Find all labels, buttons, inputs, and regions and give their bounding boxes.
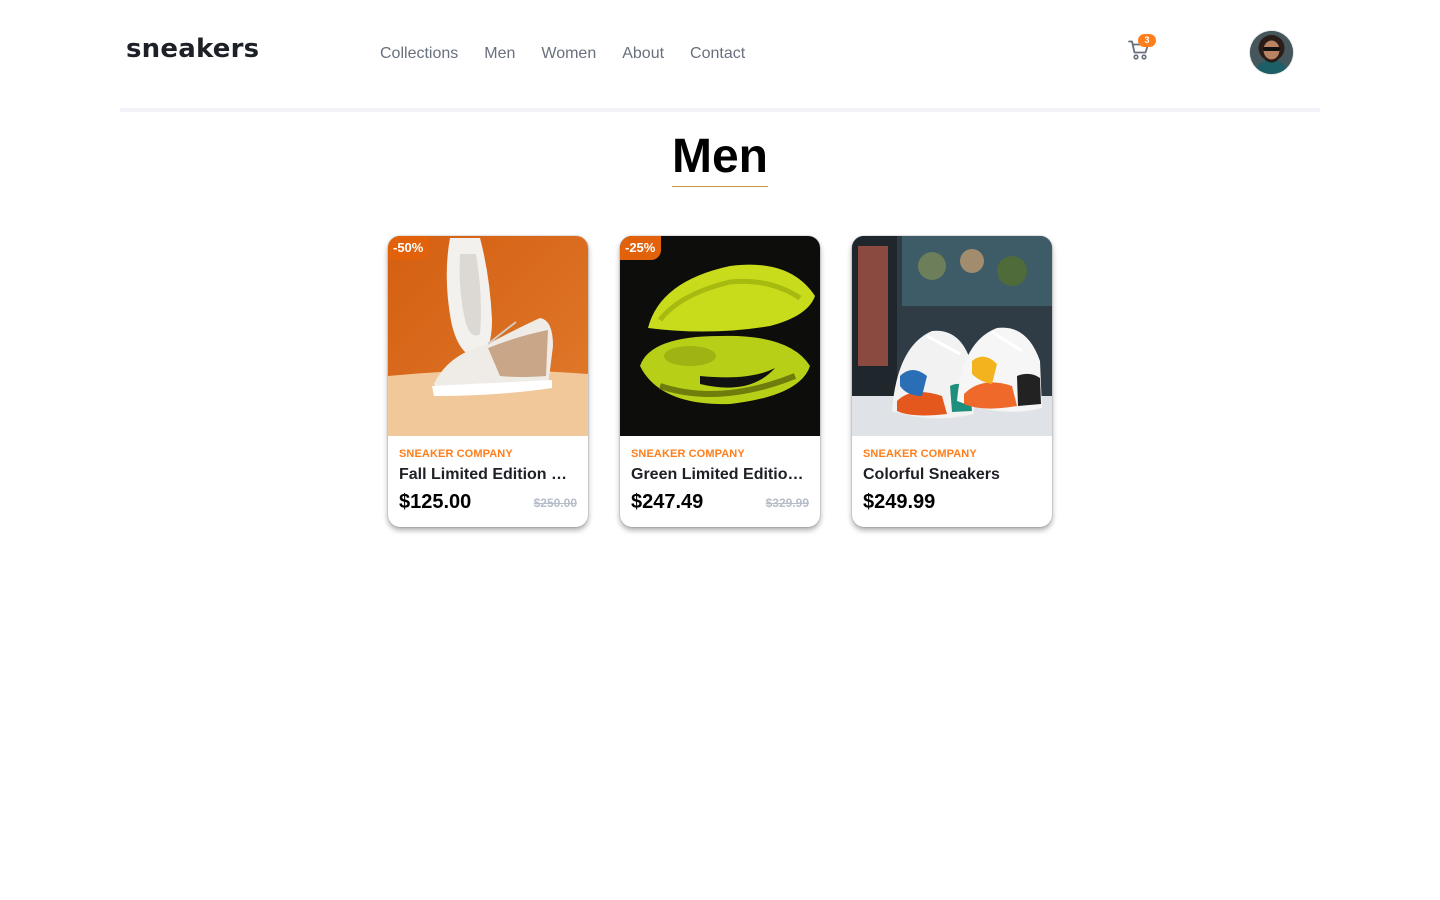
price-row: $247.49 $329.99 xyxy=(631,491,809,514)
product-grid: -50% SNEAKER COMPANY Fall Limited Editio… xyxy=(388,236,1052,527)
discount-badge: -50% xyxy=(388,236,430,260)
product-price: $125.00 xyxy=(399,491,472,513)
product-price: $249.99 xyxy=(863,491,936,513)
price-row: $249.99 xyxy=(863,491,1041,514)
product-image[interactable] xyxy=(852,236,1052,436)
product-info: SNEAKER COMPANY Colorful Sneakers $249.9… xyxy=(852,436,1052,514)
page-title: Men xyxy=(672,130,768,187)
product-card[interactable]: SNEAKER COMPANY Colorful Sneakers $249.9… xyxy=(852,236,1052,527)
price-row: $125.00 $250.00 xyxy=(399,491,577,514)
product-brand: SNEAKER COMPANY xyxy=(399,448,513,460)
site-header: sneakers Collections Men Women About Con… xyxy=(120,0,1320,112)
nav-link-collections[interactable]: Collections xyxy=(380,44,458,64)
product-name[interactable]: Fall Limited Edition Sneakers xyxy=(399,465,577,485)
page-title-wrapper: Men xyxy=(0,130,1440,187)
logo[interactable]: sneakers xyxy=(126,34,259,64)
product-image[interactable]: -25% xyxy=(620,236,820,436)
product-name[interactable]: Green Limited Edition Sneakers xyxy=(631,465,809,485)
product-name[interactable]: Colorful Sneakers xyxy=(863,465,1041,485)
product-info: SNEAKER COMPANY Green Limited Edition Sn… xyxy=(620,436,820,514)
cart-button[interactable]: 3 xyxy=(1128,34,1156,64)
main-nav: Collections Men Women About Contact xyxy=(380,44,745,64)
cart-count-badge: 3 xyxy=(1138,34,1156,47)
product-image[interactable]: -50% xyxy=(388,236,588,436)
product-card[interactable]: -25% SNEAKER COMPANY Green Limited Editi… xyxy=(620,236,820,527)
nav-link-women[interactable]: Women xyxy=(541,44,596,64)
user-avatar[interactable] xyxy=(1250,31,1293,74)
nav-link-contact[interactable]: Contact xyxy=(690,44,745,64)
discount-badge: -25% xyxy=(620,236,662,260)
product-brand: SNEAKER COMPANY xyxy=(631,448,745,460)
product-card[interactable]: -50% SNEAKER COMPANY Fall Limited Editio… xyxy=(388,236,588,527)
product-brand: SNEAKER COMPANY xyxy=(863,448,977,460)
nav-link-men[interactable]: Men xyxy=(484,44,515,64)
product-old-price: $329.99 xyxy=(765,495,809,510)
product-info: SNEAKER COMPANY Fall Limited Edition Sne… xyxy=(388,436,588,514)
product-old-price: $250.00 xyxy=(533,495,577,510)
product-price: $247.49 xyxy=(631,491,704,513)
nav-link-about[interactable]: About xyxy=(622,44,664,64)
